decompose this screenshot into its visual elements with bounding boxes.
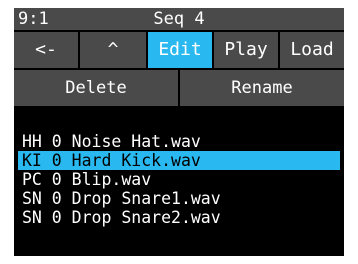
device-screen: 9:1 Seq 4 <- ^ Edit Play Load Delete Ren… (14, 8, 344, 256)
tab-load[interactable]: Load (280, 32, 344, 68)
list-item[interactable]: SN 0 Drop Snare1.wav (18, 189, 340, 208)
file-list: HH 0 Noise Hat.wav KI 0 Hard Kick.wav PC… (18, 132, 340, 227)
action-bar: Delete Rename (14, 70, 344, 106)
nav-tabs: <- ^ Edit Play Load (14, 32, 344, 68)
up-button[interactable]: ^ (80, 32, 146, 68)
list-item[interactable]: PC 0 Blip.wav (18, 170, 340, 189)
tab-play[interactable]: Play (214, 32, 278, 68)
list-item[interactable]: HH 0 Noise Hat.wav (18, 132, 340, 151)
sequence-title: Seq 4 (153, 9, 205, 29)
list-item-selected[interactable]: KI 0 Hard Kick.wav (18, 151, 340, 170)
header-bar: 9:1 Seq 4 (14, 8, 344, 30)
back-button[interactable]: <- (14, 32, 78, 68)
list-item[interactable]: SN 0 Drop Snare2.wav (18, 208, 340, 227)
delete-button[interactable]: Delete (14, 70, 178, 106)
rename-button[interactable]: Rename (180, 70, 344, 106)
tab-edit[interactable]: Edit (148, 32, 212, 68)
